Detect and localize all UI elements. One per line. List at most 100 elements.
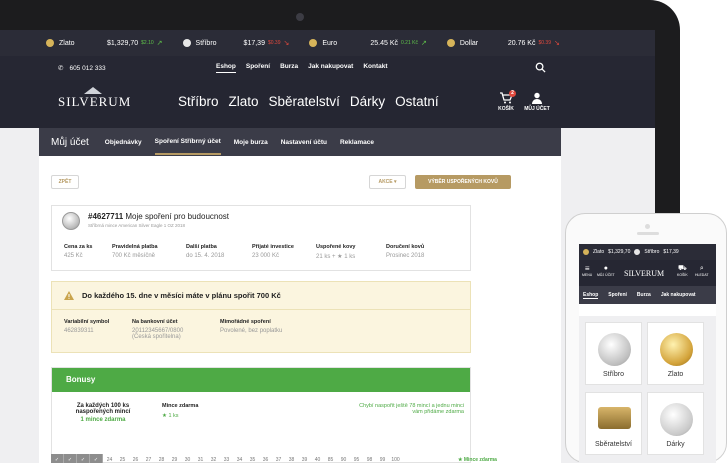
bonus-progress-strip: ✓ ✓ ✓ ✓ 24 25 26 27 28 29 30 31 32 33 34 35 36 37 38 39 40 85…	[51, 454, 402, 463]
ticker-item: Euro 25.45 Kč 0.21 Kč ↗	[309, 39, 440, 47]
phone-tile-zlato[interactable]: Zlato	[647, 322, 704, 385]
ticker-change: $0.39	[538, 40, 551, 46]
subnav-moje-burza[interactable]: Moje burza	[234, 131, 268, 154]
coin-box-icon	[598, 407, 631, 429]
phone-nav: Eshop Spoření Burza Jak nakupovat	[579, 286, 716, 304]
phone-logo[interactable]: SILVERUM	[624, 269, 664, 278]
phone-contact[interactable]: ✆ 605 012 333	[58, 64, 106, 73]
plan-heading: #4627711 Moje spoření pro budoucnost	[88, 212, 229, 221]
phone-ticker-price-0: $1,329,70	[608, 249, 631, 255]
cat-sberatelstvi[interactable]: Sběratelství	[269, 94, 340, 109]
toplink-burza[interactable]: Burza	[280, 63, 298, 73]
progress-number: 39	[301, 456, 308, 463]
action-dropdown[interactable]: AKCE ▾	[369, 175, 406, 189]
progress-number: 29	[171, 456, 178, 463]
phone-nav-burza[interactable]: Burza	[637, 292, 651, 298]
phone-tile-sberatelstvi[interactable]: Sběratelství	[585, 392, 642, 455]
cart-button[interactable]: 2 KOŠÍK	[493, 90, 519, 112]
back-button[interactable]: ZPĚT	[51, 175, 79, 189]
cart-count-badge: 2	[509, 90, 516, 97]
ticker-change: 0.21 Kč	[401, 40, 418, 46]
alert-text: Do každého 15. dne v měsíci máte v plánu…	[82, 291, 281, 300]
progress-number: 35	[249, 456, 256, 463]
subnav-reklamace[interactable]: Reklamace	[340, 131, 374, 154]
bonus-rule: Za každých 100 ks naspořených mincí 1 mi…	[64, 403, 142, 423]
progress-number: 100	[391, 456, 400, 463]
cat-darky[interactable]: Dárky	[350, 94, 385, 109]
bonus-free-value: ★ 1 ks	[162, 413, 179, 419]
bonus-rule-value: 1 mince zdarma	[80, 417, 126, 423]
bonus-header: Bonusy	[52, 368, 470, 392]
cat-stribro[interactable]: Stříbro	[178, 94, 219, 109]
cat-ostatni[interactable]: Ostatní	[395, 94, 439, 109]
ticker-name: Zlato	[59, 39, 75, 47]
trend-up-icon: ↗	[420, 40, 427, 47]
phone-nav-sporeni[interactable]: Spoření	[608, 292, 627, 298]
phone-cart-button[interactable]: ⛟ KOŠÍK	[677, 265, 688, 277]
toplink-jak-nakupovat[interactable]: Jak nakupovat	[308, 63, 353, 73]
phone-nav-jak-nakupovat[interactable]: Jak nakupovat	[661, 292, 696, 298]
account-button[interactable]: MŮJ ÚČET	[524, 92, 550, 112]
toplink-kontakt[interactable]: Kontakt	[363, 63, 387, 73]
bonus-section: Bonusy Za každých 100 ks naspořených min…	[51, 367, 471, 463]
plan-stat: Přijaté investice 23 000 Kč	[252, 244, 316, 260]
stat-label: Uspořené kovy	[316, 244, 356, 250]
bonus-note: Chybí naspořit ještě 78 mincí a jednu mi…	[359, 403, 464, 415]
site-logo[interactable]: SILVERUM	[58, 87, 131, 110]
progress-number: 25	[119, 456, 126, 463]
phone-tile-stribro[interactable]: Stříbro	[585, 322, 642, 385]
phone-tile-label: Dárky	[666, 441, 685, 448]
phone-account-label: MŮJ ÚČET	[597, 273, 615, 277]
progress-number: 38	[288, 456, 295, 463]
progress-number: 36	[262, 456, 269, 463]
select-coins-button[interactable]: VÝBĚR USPOŘENÝCH KOVŮ	[415, 175, 511, 189]
phone-ticker: Zlato $1,329,70 Stříbro $17,39	[579, 244, 716, 260]
plan-stat: Další platba do 15. 4. 2018	[186, 244, 252, 260]
phone-account-button[interactable]: ● MŮJ ÚČET	[597, 265, 615, 277]
alert-field: Variabilní symbol 462839311	[64, 319, 114, 340]
ticker-item: Zlato $1,329,70 $2.10 ↗	[46, 39, 177, 47]
stat-value: 700 Kč měsíčně	[112, 253, 156, 259]
bonus-free-label: Mince zdarma	[162, 403, 199, 409]
user-icon	[532, 92, 542, 104]
stat-label: Cena za ks	[64, 244, 93, 250]
check-icon: ✓	[51, 454, 64, 463]
screenshot-stage: Zlato $1,329,70 $2.10 ↗ Stříbro $17,39 $0.39 ↘ E…	[0, 0, 727, 463]
alert-field: Na bankovní účet 20112345667/0800 (Česká …	[132, 319, 202, 340]
check-icon: ✓	[90, 454, 103, 463]
stat-label: Pravidelná platba	[112, 244, 158, 250]
currency-dot-icon	[182, 39, 191, 47]
stat-label: Další platba	[186, 244, 217, 250]
alert-field-label: Na bankovní účet	[132, 319, 178, 325]
cat-zlato[interactable]: Zlato	[229, 94, 259, 109]
phone-number: 605 012 333	[69, 64, 106, 72]
phone-tile-label: Stříbro	[602, 371, 624, 378]
alert-field: Mimořádné spoření Povolené, bez poplatku	[220, 319, 310, 340]
trend-up-icon: ↗	[156, 40, 163, 47]
progress-number: 90	[340, 456, 347, 463]
toplink-sporeni[interactable]: Spoření	[246, 63, 270, 73]
ticker-price: $17,39	[243, 39, 265, 47]
stat-label: Přijaté investice	[252, 244, 294, 250]
account-subnav: Můj účet Objednávky Spoření Stříbrný úče…	[39, 128, 561, 156]
phone-menu-button[interactable]: ≡ MENU	[582, 265, 592, 278]
phone-ticker-name-0: Zlato	[593, 249, 605, 255]
plan-subtitle: Stříbrná mince American Silver Eagle 1 O…	[88, 223, 186, 228]
phone-nav-eshop[interactable]: Eshop	[583, 292, 599, 299]
search-icon[interactable]	[535, 62, 546, 73]
toplink-eshop[interactable]: Eshop	[216, 63, 236, 73]
user-icon: ●	[603, 265, 608, 272]
plan-stat: Pravidelná platba 700 Kč měsíčně	[112, 244, 186, 260]
progress-number: 95	[353, 456, 360, 463]
phone-search-button[interactable]: ⌕ HLEDAT	[695, 265, 709, 277]
alert-field-value: Povolené, bez poplatku	[220, 328, 283, 334]
phone-tile-darky[interactable]: Dárky	[647, 392, 704, 455]
phone-ticker-name-1: Stříbro	[644, 249, 660, 255]
laptop-screen: Zlato $1,329,70 $2.10 ↗ Stříbro $17,39 $0.39 ↘ E…	[0, 30, 655, 463]
phone-icon: ✆	[58, 65, 64, 72]
subnav-nastaveni[interactable]: Nastavení účtu	[281, 131, 327, 154]
subnav-objednavky[interactable]: Objednávky	[105, 131, 142, 154]
subnav-sporeni[interactable]: Spoření Stříbrný účet	[154, 130, 221, 155]
gift-coin-icon	[660, 403, 693, 436]
ticker-name: Dollar	[459, 39, 479, 47]
